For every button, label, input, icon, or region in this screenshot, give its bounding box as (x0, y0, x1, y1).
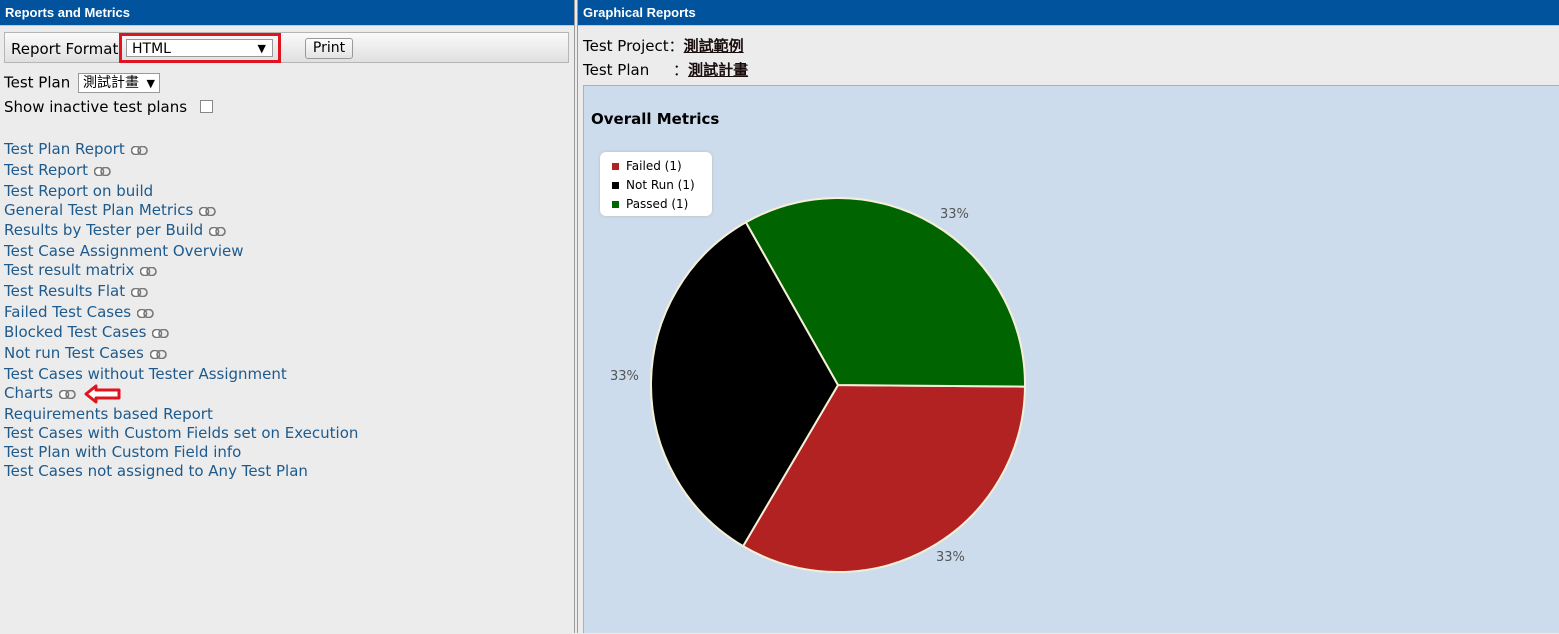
report-link[interactable]: Requirements based Report (4, 405, 213, 423)
report-link-label[interactable]: Test Results Flat (4, 282, 125, 300)
report-link-label[interactable]: Results by Tester per Build (4, 221, 203, 239)
report-link[interactable]: General Test Plan Metrics (4, 201, 217, 220)
test-project-info: Test Project：測試範例 (583, 35, 744, 56)
test-project-label: Test Project： (583, 37, 684, 55)
show-inactive-row: Show inactive test plans (4, 98, 213, 116)
report-link[interactable]: Test Plan Report (4, 140, 148, 159)
reports-panel: Reports and Metrics Report Format HTML ▼… (0, 0, 574, 633)
report-link-label[interactable]: Failed Test Cases (4, 303, 131, 321)
link-icon[interactable] (136, 304, 154, 322)
report-link[interactable]: Test Report (4, 161, 111, 180)
report-link-label[interactable]: General Test Plan Metrics (4, 201, 193, 219)
test-plan-info-value: 測試計畫 (688, 61, 749, 79)
print-button[interactable]: Print (305, 38, 353, 59)
pie-slice-percent-label: 33% (936, 550, 965, 565)
link-icon[interactable] (93, 162, 111, 180)
test-plan-row: Test Plan 測試計畫 ▼ (4, 73, 160, 93)
test-plan-select[interactable]: 測試計畫 ▼ (78, 73, 160, 93)
report-link[interactable]: Test Plan with Custom Field info (4, 443, 241, 461)
show-inactive-label: Show inactive test plans (4, 98, 188, 116)
link-icon[interactable] (199, 202, 217, 220)
report-link-label[interactable]: Blocked Test Cases (4, 323, 146, 341)
pie-slice-percent-label: 33% (940, 207, 969, 222)
show-inactive-checkbox[interactable] (199, 100, 213, 113)
report-format-label: Report Format (11, 40, 119, 58)
link-icon[interactable] (208, 222, 226, 240)
report-link-label[interactable]: Test Plan with Custom Field info (4, 443, 241, 461)
test-plan-info: Test Plan ：測試計畫 (583, 59, 748, 80)
report-link-label[interactable]: Test Report on build (4, 182, 153, 200)
report-link-label[interactable]: Test Case Assignment Overview (4, 242, 244, 260)
report-link[interactable]: Failed Test Cases (4, 303, 154, 322)
report-link[interactable]: Test Cases not assigned to Any Test Plan (4, 462, 308, 480)
graphical-reports-title: Graphical Reports (578, 0, 1559, 26)
report-link[interactable]: Results by Tester per Build (4, 221, 226, 240)
link-icon[interactable] (140, 262, 158, 280)
report-link-label[interactable]: Charts (4, 384, 53, 402)
report-link-label[interactable]: Test Cases with Custom Fields set on Exe… (4, 424, 358, 442)
pie-chart: 33% 33% 33% (610, 197, 1027, 573)
report-link-label[interactable]: Test Report (4, 161, 88, 179)
test-project-value: 測試範例 (683, 37, 744, 55)
report-link[interactable]: Test result matrix (4, 261, 158, 280)
test-plan-label: Test Plan (4, 73, 71, 92)
chart-area: Overall Metrics Failed (1) Not Run (1) Pas… (583, 85, 1559, 633)
report-link[interactable]: Test Report on build (4, 182, 153, 200)
red-arrow-icon (84, 384, 121, 404)
annotation-highlight-box (119, 33, 281, 63)
report-link[interactable]: Blocked Test Cases (4, 323, 170, 342)
report-link-label[interactable]: Test Cases without Tester Assignment (4, 365, 287, 383)
test-plan-value: 測試計畫 (83, 75, 139, 91)
test-plan-info-label: Test Plan ： (583, 61, 689, 79)
link-icon[interactable] (58, 385, 76, 403)
report-link-label[interactable]: Test Plan Report (4, 140, 125, 158)
report-link-label[interactable]: Test result matrix (4, 261, 134, 279)
report-link[interactable]: Test Results Flat (4, 282, 148, 301)
link-icon[interactable] (130, 141, 148, 159)
graphical-reports-panel: Graphical Reports Test Project：測試範例 Test… (578, 0, 1559, 633)
report-link-label[interactable]: Test Cases not assigned to Any Test Plan (4, 462, 308, 480)
report-link[interactable]: Test Cases with Custom Fields set on Exe… (4, 424, 358, 442)
report-link[interactable]: Charts (4, 384, 76, 403)
link-icon[interactable] (152, 324, 170, 342)
report-link-label[interactable]: Requirements based Report (4, 405, 213, 423)
dropdown-arrow-icon: ▼ (146, 77, 155, 90)
report-link[interactable]: Test Cases without Tester Assignment (4, 365, 287, 383)
pie-slice-percent-label: 33% (610, 369, 639, 384)
link-icon[interactable] (149, 345, 167, 363)
report-link-label[interactable]: Not run Test Cases (4, 344, 144, 362)
report-link[interactable]: Test Case Assignment Overview (4, 242, 244, 260)
report-link[interactable]: Not run Test Cases (4, 344, 167, 363)
link-icon[interactable] (130, 283, 148, 301)
reports-panel-title: Reports and Metrics (0, 0, 574, 26)
report-toolbar: Report Format HTML ▼ Print (4, 32, 569, 63)
